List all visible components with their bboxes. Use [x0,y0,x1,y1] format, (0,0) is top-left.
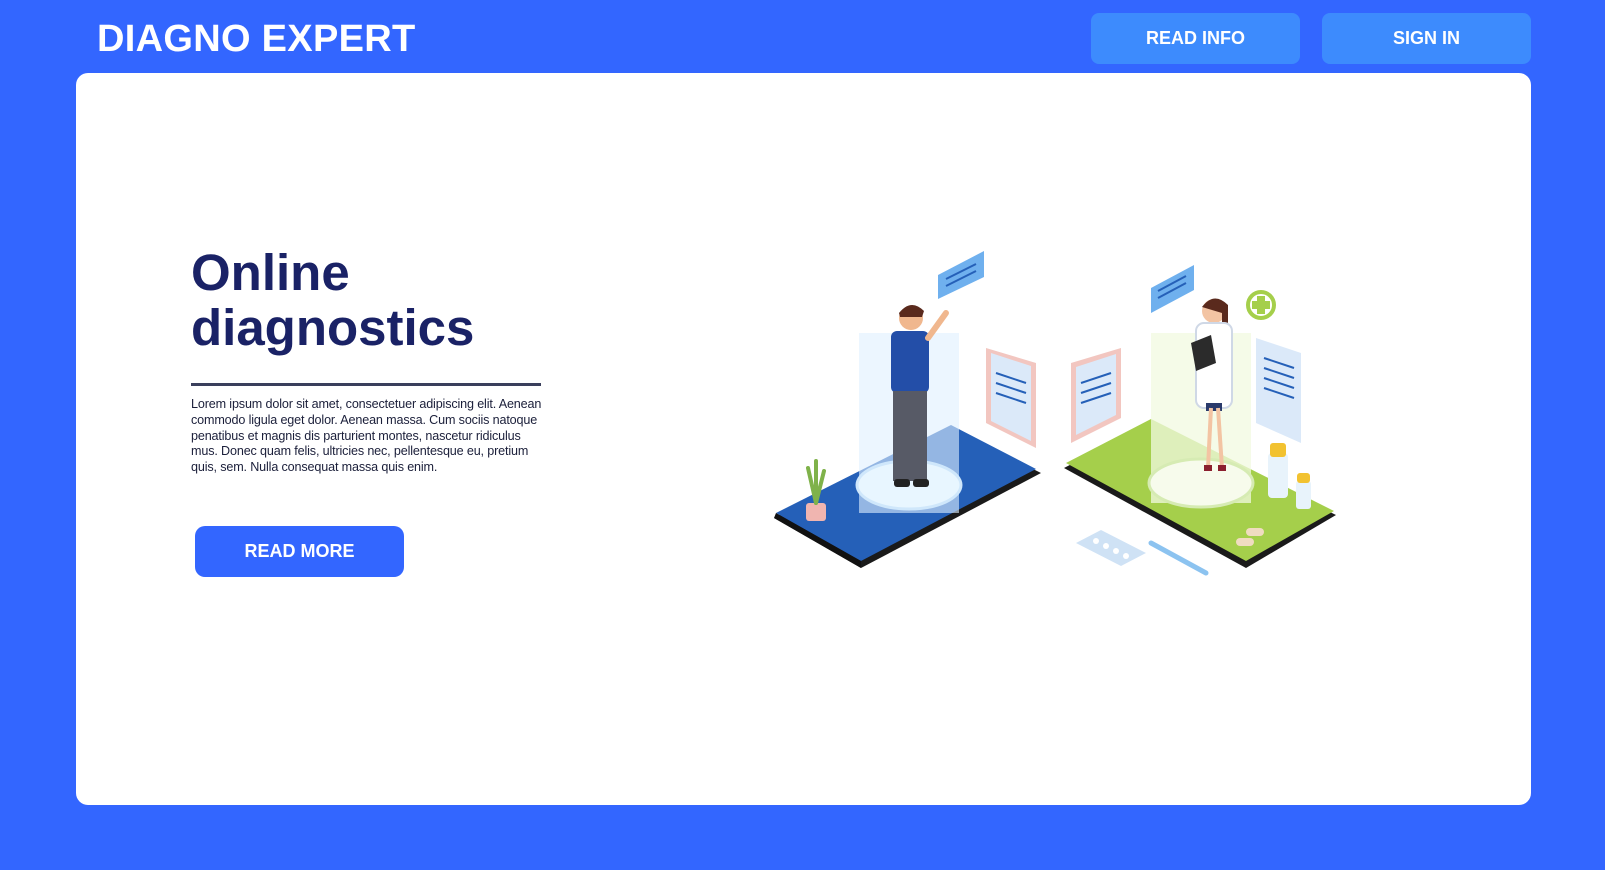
hero-card: Online diagnostics Lorem ipsum dolor sit… [76,73,1531,805]
online-diagnostics-illustration [774,251,1336,576]
read-more-button[interactable]: READ MORE [195,526,404,577]
sign-in-button[interactable]: SIGN IN [1322,13,1531,64]
pill-blister-icon [1076,530,1146,566]
document-icon [1256,338,1301,443]
chat-bubble-icon [938,251,984,299]
chat-bubble-right-icon [1151,265,1194,313]
read-info-button[interactable]: READ INFO [1091,13,1300,64]
hero-description: Lorem ipsum dolor sit amet, consectetuer… [191,397,542,475]
hero-title: Online diagnostics [191,244,475,356]
hero-divider [191,383,541,386]
clipboard-icon [986,348,1121,448]
thermometer-icon [1148,540,1209,576]
medical-cross-icon [1246,290,1276,320]
brand-logo-text: DIAGNO EXPERT [97,18,416,60]
